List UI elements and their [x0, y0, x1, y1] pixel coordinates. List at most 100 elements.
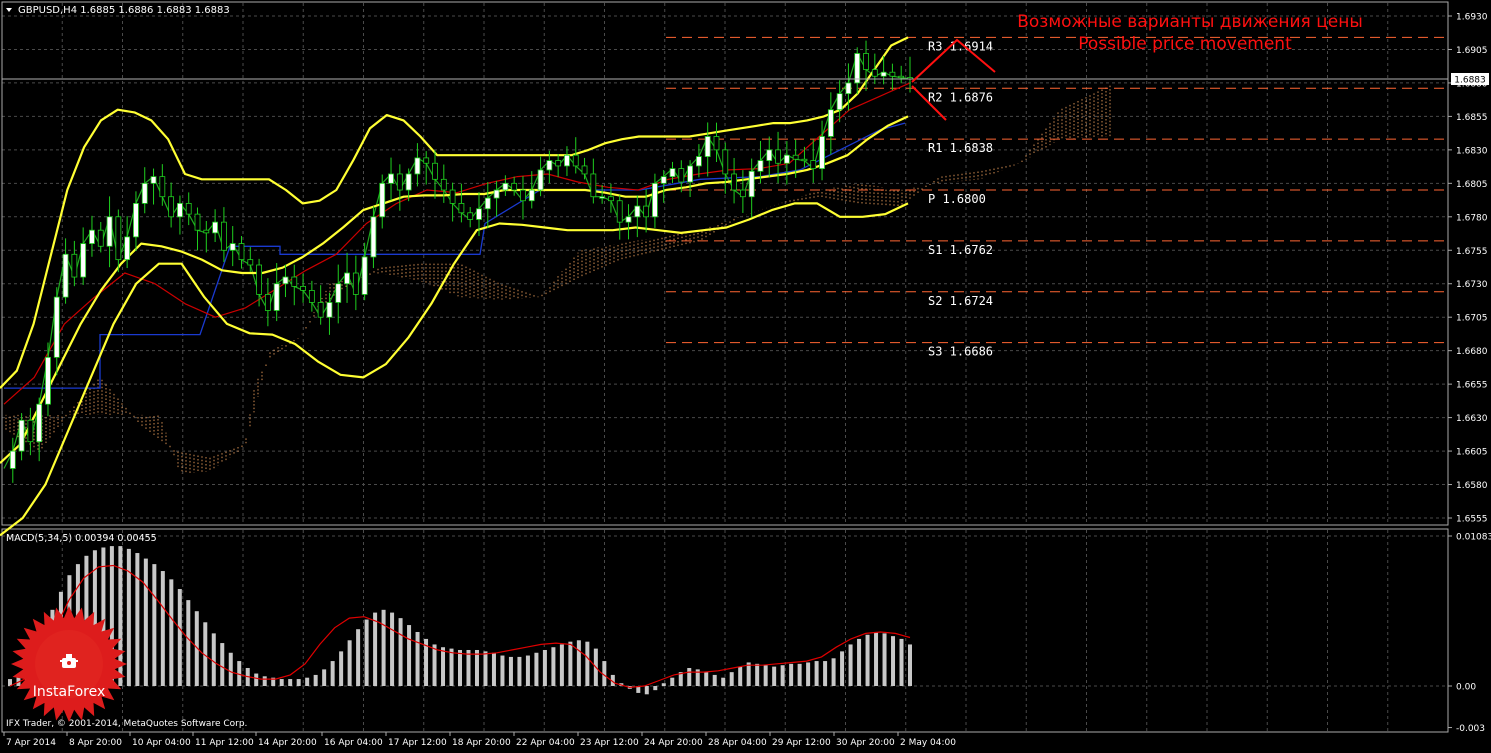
candle-body — [177, 203, 183, 218]
macd-bar — [398, 618, 403, 686]
candle-body — [229, 243, 236, 251]
macd-bar — [857, 638, 862, 686]
candle-body — [652, 182, 658, 218]
time-tick-label: 11 Apr 12:00 — [195, 738, 254, 748]
macd-bar — [865, 634, 870, 686]
macd-bar — [704, 672, 709, 686]
time-tick-label: 7 Apr 2014 — [6, 738, 56, 748]
candle-body — [467, 212, 474, 220]
candle-body — [898, 75, 905, 79]
candle-body — [687, 165, 693, 183]
macd-panel-frame — [1, 528, 1449, 733]
time-tick-label: 16 Apr 04:00 — [324, 738, 383, 748]
annotation-line-en: Possible price movement — [1078, 34, 1292, 54]
macd-bar — [228, 652, 233, 686]
time-tick-label: 8 Apr 20:00 — [69, 738, 122, 748]
candle-body — [863, 53, 869, 70]
pivot-level-label: S2 1.6724 — [928, 294, 993, 308]
macd-bar — [500, 655, 505, 686]
macd-bar — [789, 663, 794, 686]
candle-body — [335, 283, 342, 303]
candle-body — [159, 176, 166, 198]
macd-bar — [313, 674, 318, 686]
logo-text: InstaForex — [33, 684, 106, 700]
candle-body — [124, 236, 131, 261]
candle-body — [150, 176, 157, 184]
chart-canvas[interactable]: R3 1.6914 R2 1.6876 R1 1.6838 P 1.6800 S1 1.… — [0, 0, 1491, 749]
macd-bar — [279, 679, 284, 686]
candle-body — [53, 296, 60, 358]
candle-body — [9, 450, 16, 469]
time-axis: 7 Apr 2014 8 Apr 20:00 10 Apr 04:00 11 Apr … — [3, 732, 956, 748]
candle-body — [300, 286, 306, 291]
candle-body — [317, 302, 324, 318]
macd-bar — [746, 662, 751, 686]
candle-body — [528, 189, 535, 202]
macd-bar — [364, 619, 369, 686]
macd-bar — [220, 643, 225, 686]
price-tick-label: 1.6705 — [1456, 314, 1488, 324]
bollinger-middle — [0, 115, 909, 464]
time-tick-label: 2 May 04:00 — [900, 738, 956, 748]
pivot-level-label: P 1.6800 — [928, 192, 986, 206]
candle-body — [282, 276, 289, 285]
candle-body — [704, 136, 711, 157]
candle-body — [432, 162, 438, 180]
price-tick-label: 1.6905 — [1456, 46, 1488, 56]
macd-bar — [848, 644, 853, 686]
candle-body — [511, 182, 518, 191]
price-tick-label: 1.6930 — [1456, 13, 1488, 23]
macd-bar — [466, 649, 471, 686]
price-tick-label: 1.6780 — [1456, 213, 1488, 223]
macd-bar — [840, 651, 845, 686]
macd-indicator — [8, 546, 912, 695]
price-axis: 1.69301.69051.68801.68551.68301.68051.67… — [1448, 13, 1488, 525]
symbol-header: GBPUSD,H4 1.6885 1.6886 1.6883 1.6883 — [18, 5, 230, 16]
time-tick-label: 18 Apr 20:00 — [452, 738, 511, 748]
macd-bar — [305, 677, 310, 686]
candle-body — [247, 259, 254, 266]
macd-bar — [254, 673, 259, 686]
candle-body — [792, 154, 799, 160]
price-tick-label: 1.6580 — [1456, 481, 1488, 491]
macd-bar — [390, 612, 395, 686]
candle-body — [80, 243, 87, 278]
candle-body — [678, 168, 685, 183]
macd-bar — [712, 674, 717, 686]
candle-body — [713, 136, 720, 151]
macd-bar — [806, 662, 811, 686]
macd-bar — [211, 633, 216, 686]
macd-bar — [542, 649, 547, 686]
candle-body — [889, 71, 896, 77]
candle-body — [370, 216, 377, 258]
macd-bar — [823, 661, 828, 686]
candles — [9, 40, 913, 483]
macd-bar — [262, 676, 267, 686]
candle-body — [405, 173, 412, 191]
macd-bar — [296, 679, 301, 686]
chart-window[interactable]: R3 1.6914 R2 1.6876 R1 1.6838 P 1.6800 S1 1.… — [0, 0, 1491, 749]
candle-body — [423, 157, 430, 164]
macd-bar — [772, 666, 777, 686]
candle-body — [766, 149, 773, 161]
pivot-level-label: R3 1.6914 — [928, 39, 993, 53]
candle-body — [71, 253, 78, 278]
time-tick-label: 24 Apr 20:00 — [644, 738, 703, 748]
macd-bar — [534, 652, 539, 686]
candle-body — [731, 173, 737, 191]
candle-body — [608, 196, 614, 202]
candle-body — [564, 154, 570, 167]
candle-body — [194, 213, 201, 231]
candle-body — [537, 169, 544, 191]
macd-bar — [160, 571, 165, 686]
candle-body — [141, 182, 148, 204]
price-tick-label: 1.6755 — [1456, 247, 1488, 257]
candle-body — [352, 272, 359, 295]
price-tick-label: 1.6680 — [1456, 347, 1488, 357]
candle-body — [62, 253, 69, 298]
macd-bar — [152, 564, 157, 686]
chart-menu-icon[interactable] — [6, 8, 12, 12]
time-tick-label: 30 Apr 20:00 — [836, 738, 895, 748]
macd-bar — [517, 656, 522, 686]
candle-body — [590, 173, 597, 198]
